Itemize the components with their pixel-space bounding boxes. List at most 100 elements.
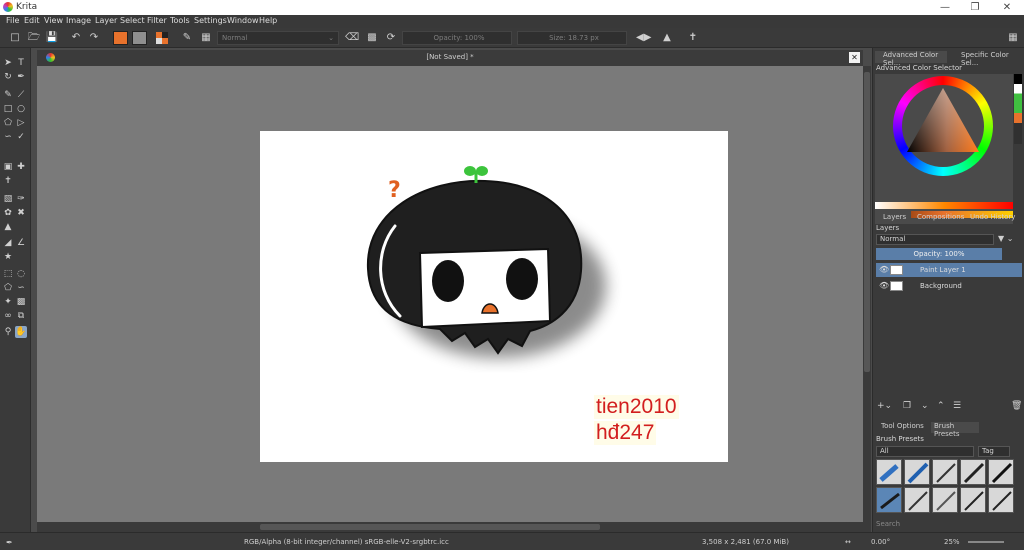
brush-preset-pencil[interactable] <box>932 459 958 485</box>
preset-filter-select[interactable]: All <box>876 446 974 457</box>
magnetic-selection-icon[interactable]: ⧉ <box>15 310 27 322</box>
save-icon[interactable]: 💾 <box>45 31 59 45</box>
layer-opacity-slider[interactable]: Opacity: 100% <box>876 248 1002 260</box>
tab-brush-presets[interactable]: Brush Presets <box>931 422 979 438</box>
tab-specific-color-selector[interactable]: Specific Color Sel... <box>951 51 1023 67</box>
assistant-tool-icon[interactable]: ◢ <box>2 237 14 249</box>
brush-preset-ink[interactable] <box>904 459 930 485</box>
delete-layer-icon[interactable]: 🗑 <box>1011 401 1022 411</box>
brush-status-icon[interactable]: ✒ <box>6 538 13 547</box>
menu-edit[interactable]: Edit <box>24 16 40 25</box>
horizontal-scroll-thumb[interactable] <box>260 524 600 530</box>
brush-preset-icon[interactable]: ✎ <box>180 31 194 45</box>
crop-icon[interactable]: ✝ <box>686 31 700 45</box>
polygonal-selection-icon[interactable]: ⬠ <box>2 282 14 294</box>
similar-color-selection-icon[interactable]: ▩ <box>15 296 27 308</box>
layer-row-background[interactable]: 👁 Background <box>876 279 1022 293</box>
crop-tool-icon[interactable]: ✝ <box>2 175 14 187</box>
redo-icon[interactable]: ↷ <box>87 31 101 45</box>
color-history-strip[interactable] <box>1014 74 1022 144</box>
visibility-eye-icon[interactable]: 👁 <box>879 279 889 293</box>
move-tool-icon[interactable]: ✚ <box>15 161 27 173</box>
rotation-icon[interactable]: ↔ <box>845 538 851 546</box>
smart-patch-icon[interactable]: ✖ <box>15 207 27 219</box>
freehand-brush-icon[interactable]: ✎ <box>2 89 14 101</box>
mirror-vertical-icon[interactable]: ▲ <box>660 31 674 45</box>
menu-tools[interactable]: Tools <box>170 16 190 25</box>
brush-preset-airbrush[interactable] <box>960 459 986 485</box>
menu-settings[interactable]: Settings <box>194 16 227 25</box>
layer-properties-icon[interactable]: ☰ <box>953 401 961 411</box>
brush-preset-marker[interactable] <box>988 459 1014 485</box>
color-picker-icon[interactable]: ✑ <box>15 193 27 205</box>
new-document-icon[interactable]: □ <box>8 31 22 45</box>
fill-tool-icon[interactable]: ▲ <box>2 221 14 233</box>
reload-preset-icon[interactable]: ⟳ <box>384 31 398 45</box>
pan-tool-icon[interactable]: ✋ <box>15 326 27 338</box>
polygon-tool-icon[interactable]: ⬠ <box>2 117 14 129</box>
preset-search-input[interactable]: Search <box>876 520 1022 530</box>
zoom-tool-icon[interactable]: ⚲ <box>2 326 14 338</box>
measure-tool-icon[interactable]: ∠ <box>15 237 27 249</box>
polyline-tool-icon[interactable]: ▷ <box>15 117 27 129</box>
freehand-selection-icon[interactable]: ∽ <box>15 282 27 294</box>
tab-undo-history[interactable]: Undo History <box>970 211 1024 223</box>
ellipse-tool-icon[interactable]: ○ <box>15 103 27 115</box>
alpha-lock-icon[interactable]: ▩ <box>365 31 379 45</box>
brush-preset-smudge[interactable] <box>932 487 958 513</box>
menu-file[interactable]: File <box>6 16 19 25</box>
minimize-icon[interactable]: — <box>930 0 960 15</box>
close-document-icon[interactable]: ✕ <box>849 52 860 63</box>
rectangular-selection-icon[interactable]: ⬚ <box>2 268 14 280</box>
zoom-slider[interactable] <box>968 541 1004 543</box>
preset-tag-select[interactable]: Tag <box>978 446 1010 457</box>
undo-icon[interactable]: ↶ <box>69 31 83 45</box>
background-color-swatch[interactable] <box>132 31 147 45</box>
freehand-path-icon[interactable]: ✓ <box>15 131 27 143</box>
menu-filter[interactable]: Filter <box>147 16 167 25</box>
menu-select[interactable]: Select <box>120 16 145 25</box>
menu-help[interactable]: Help <box>259 16 277 25</box>
gradient-tool-icon[interactable]: ▧ <box>2 193 14 205</box>
edit-shapes-icon[interactable]: ↻ <box>2 71 14 83</box>
vertical-scrollbar[interactable] <box>863 66 871 532</box>
menu-window[interactable]: Window <box>227 16 259 25</box>
brush-preset-blender[interactable] <box>960 487 986 513</box>
close-window-icon[interactable]: ✕ <box>992 0 1022 15</box>
line-tool-icon[interactable]: ⟋ <box>15 89 27 101</box>
colorize-mask-icon[interactable]: ✿ <box>2 207 14 219</box>
pattern-icon[interactable] <box>155 31 169 45</box>
duplicate-layer-icon[interactable]: ❐ <box>903 401 911 411</box>
tab-layers[interactable]: Layers <box>875 211 911 223</box>
brush-preset-fill[interactable] <box>904 487 930 513</box>
canvas[interactable]: ? tien2010 hđ247 <box>260 131 728 462</box>
tab-tool-options[interactable]: Tool Options <box>881 422 931 433</box>
move-layer-down-icon[interactable]: ⌄ <box>921 401 929 411</box>
rectangle-tool-icon[interactable]: □ <box>2 103 14 115</box>
foreground-color-swatch[interactable] <box>113 31 128 45</box>
brush-preset-selected[interactable] <box>876 487 902 513</box>
calligraphy-icon[interactable]: ✒ <box>15 71 27 83</box>
move-layer-up-icon[interactable]: ⌃ <box>937 401 945 411</box>
tab-advanced-color-selector[interactable]: Advanced Color Sel... <box>875 51 947 67</box>
brush-preset-basic[interactable] <box>988 487 1014 513</box>
text-tool-icon[interactable]: T <box>15 57 27 69</box>
size-field[interactable]: Size: 18.73 px <box>517 31 627 45</box>
opacity-field[interactable]: Opacity: 100% <box>402 31 512 45</box>
horizontal-scrollbar[interactable] <box>37 522 863 532</box>
document-tab[interactable]: [Not Saved] * ✕ <box>37 50 863 66</box>
layer-row-paint-layer-1[interactable]: 👁 Paint Layer 1 <box>876 263 1022 277</box>
elliptical-selection-icon[interactable]: ◌ <box>15 268 27 280</box>
select-shapes-icon[interactable]: ➤ <box>2 57 14 69</box>
eraser-icon[interactable]: ⌫ <box>345 31 359 45</box>
saturation-triangle[interactable] <box>903 84 983 156</box>
mirror-horizontal-icon[interactable]: ◀▶ <box>636 31 651 45</box>
panel-toggle-icon[interactable]: ▦ <box>1006 31 1020 45</box>
menu-image[interactable]: Image <box>66 16 91 25</box>
blend-mode-select[interactable]: Normal ⌄ <box>217 31 339 45</box>
brush-preset-eraser[interactable] <box>876 459 902 485</box>
layer-filter-icon[interactable]: ▼ ⌄ <box>998 234 1022 245</box>
brush-settings-icon[interactable]: ▦ <box>199 31 213 45</box>
layer-blend-mode-select[interactable]: Normal <box>876 234 994 245</box>
transform-tool-icon[interactable]: ▣ <box>2 161 14 173</box>
